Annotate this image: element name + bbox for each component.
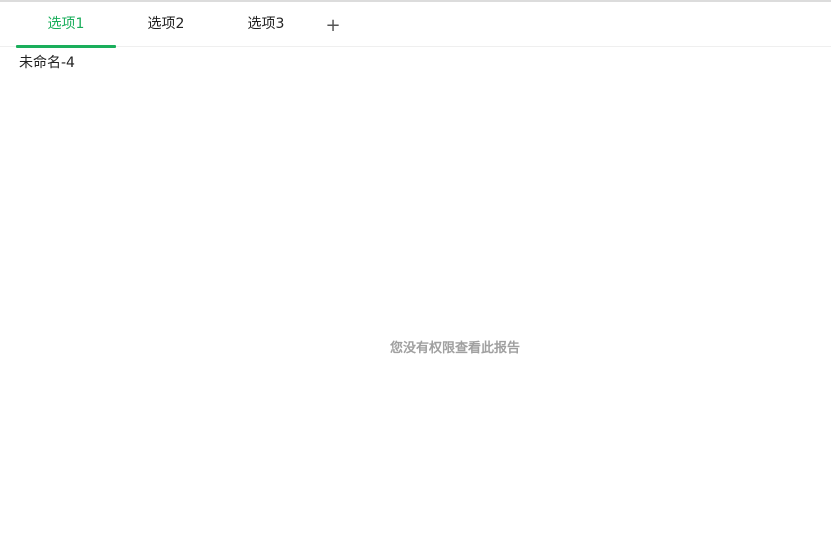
- tab-option-1[interactable]: 选项1: [16, 2, 116, 48]
- report-page: 选项1 选项2 选项3 + 未命名-4 您没有权限查看此报告: [0, 0, 831, 546]
- add-tab-plus-icon[interactable]: +: [322, 15, 344, 37]
- no-permission-message: 您没有权限查看此报告: [389, 341, 520, 356]
- report-title: 未命名-4: [19, 55, 75, 71]
- tab-option-2[interactable]: 选项2: [116, 2, 216, 47]
- tab-option-3[interactable]: 选项3: [216, 2, 316, 47]
- tab-bar: 选项1 选项2 选项3 +: [0, 2, 831, 48]
